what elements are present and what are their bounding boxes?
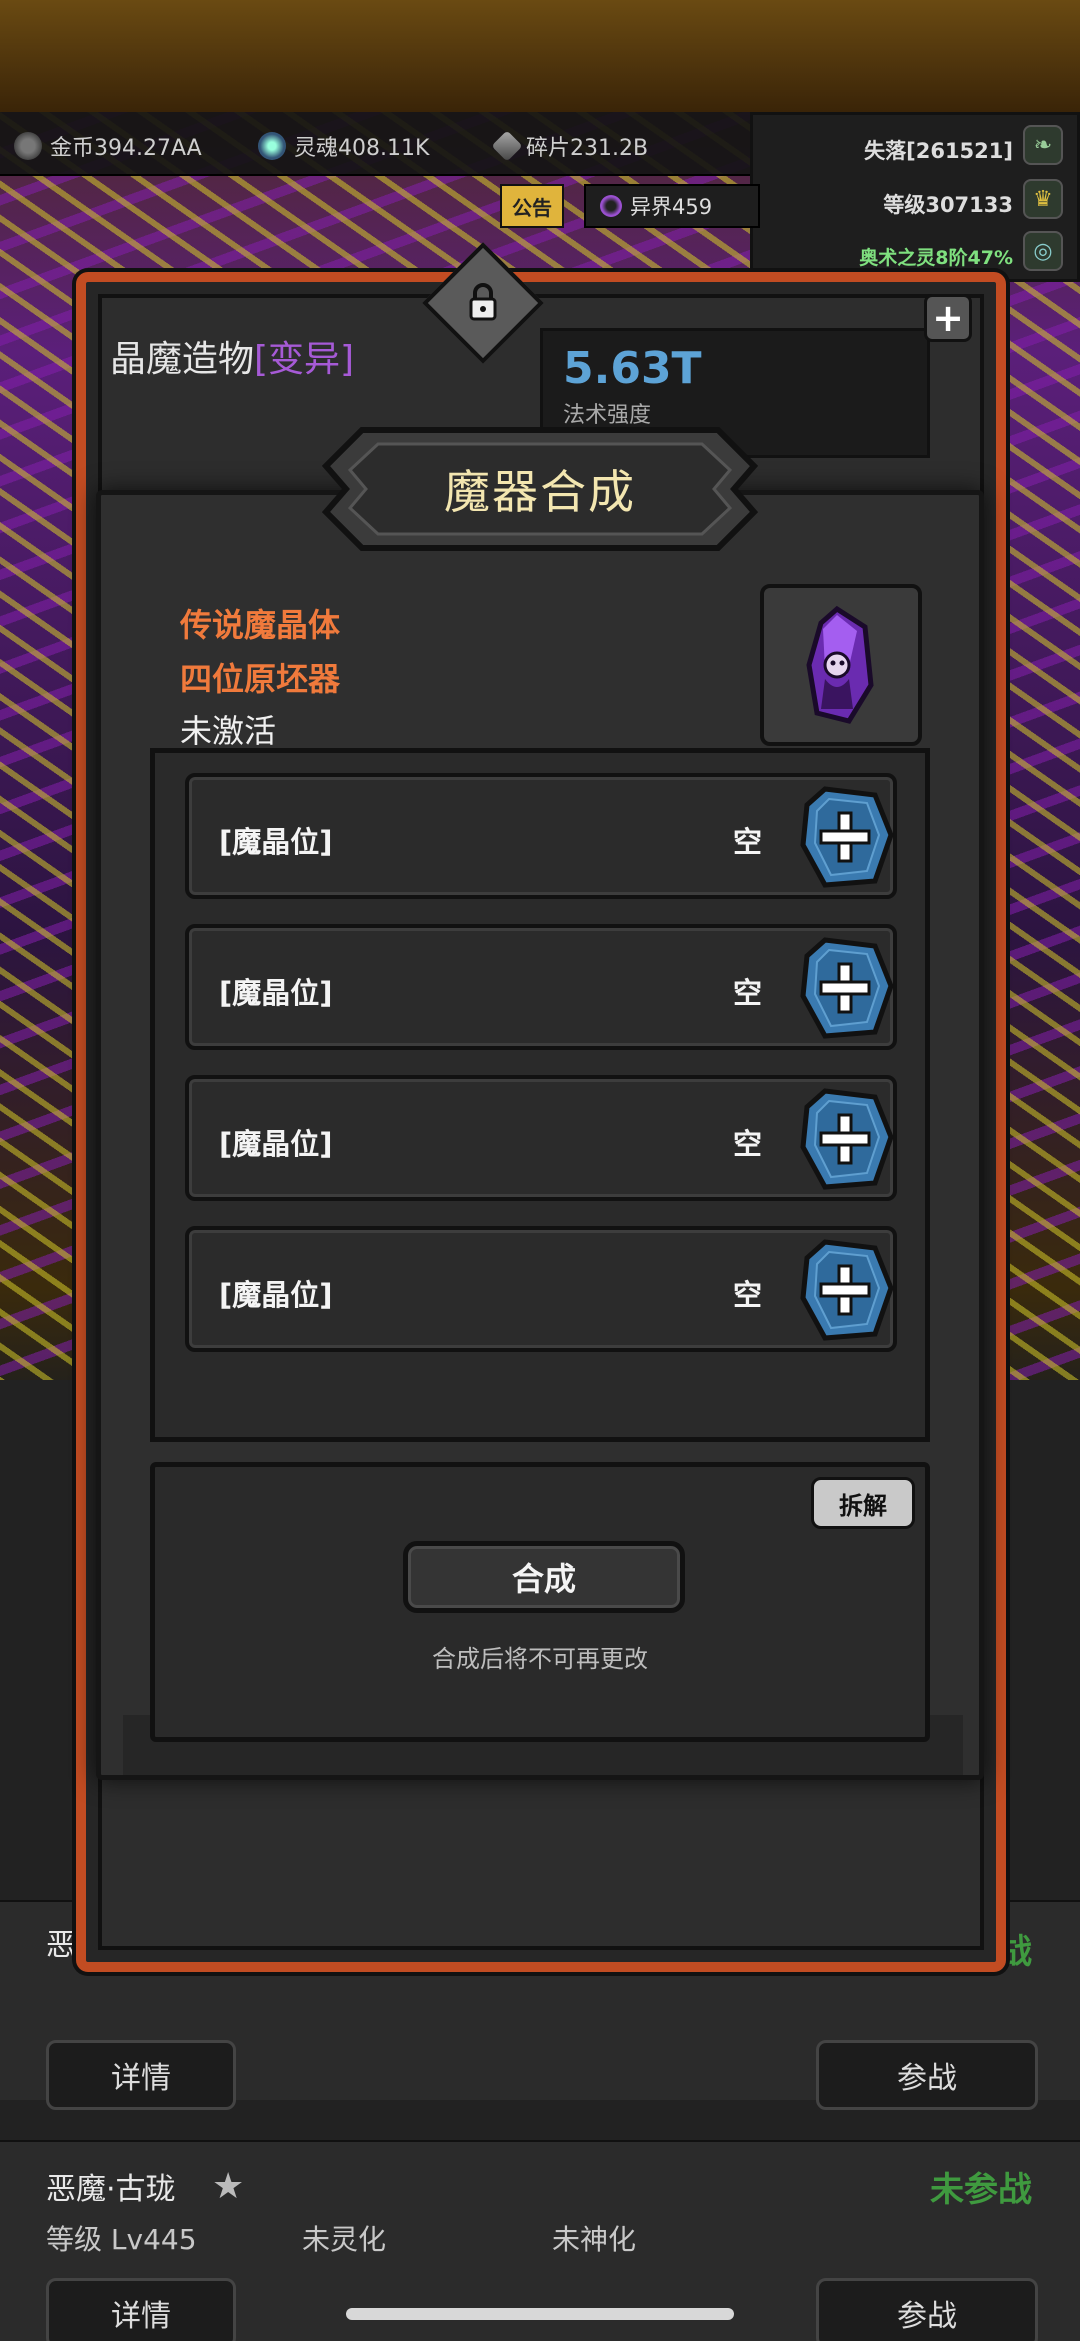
hero-level: 等级 Lv445: [46, 2223, 197, 2256]
shard-icon: [491, 130, 523, 162]
lock-icon: [469, 283, 497, 321]
add-crystal-icon[interactable]: [795, 936, 895, 1040]
battle-status: 未参战: [930, 2170, 1032, 2210]
realm-button[interactable]: 异界459: [584, 184, 760, 228]
activation-status: 未激活: [180, 712, 277, 750]
soul-icon: [258, 132, 286, 160]
level-label: 等级307133: [883, 193, 1013, 217]
spirit-status: 未灵化: [302, 2223, 387, 2256]
crystal-slot-1[interactable]: [魔晶位] 空: [185, 773, 897, 899]
artifact-preview[interactable]: [760, 584, 922, 746]
add-crystal-icon[interactable]: [795, 1238, 895, 1342]
modal-title-plate: 魔器合成: [322, 426, 758, 552]
battle-scene-top: [0, 0, 1080, 112]
crystal-slots-panel: [魔晶位] 空 [魔晶位] 空 [魔晶位] 空 [魔晶位] 空: [150, 748, 930, 1442]
shard-resource: 碎片231.2B: [491, 130, 648, 162]
join-battle-button[interactable]: 参战: [816, 2040, 1038, 2110]
hero-title: 晶魔造物[变异]: [110, 339, 355, 380]
crystal-slot-2[interactable]: [魔晶位] 空: [185, 924, 897, 1050]
player-status-panel: 失落[261521] ❧ 等级307133 ♛ 奥术之灵8阶47% ◎: [750, 112, 1080, 282]
synthesis-panel: 拆解 合成 合成后将不可再更改: [150, 1462, 930, 1742]
crystal-slot-3[interactable]: [魔晶位] 空: [185, 1075, 897, 1201]
crystal-slot-4[interactable]: [魔晶位] 空: [185, 1226, 897, 1352]
join-battle-button[interactable]: 参战: [816, 2278, 1038, 2341]
star-icon: ★: [212, 2166, 245, 2207]
portal-icon: [600, 195, 622, 217]
lost-realm-label: 失落[261521]: [864, 139, 1013, 163]
add-crystal-icon[interactable]: [795, 1087, 895, 1191]
hero-name: 恶魔·古珑: [46, 2172, 176, 2207]
arcane-spirit-label: 奥术之灵8阶47%: [859, 247, 1013, 269]
notice-button[interactable]: 公告: [500, 184, 564, 228]
swirl-icon[interactable]: ◎: [1023, 231, 1063, 271]
artifact-type-label: 四位原坯器: [180, 660, 341, 698]
add-crystal-icon[interactable]: [795, 785, 895, 889]
add-icon[interactable]: +: [924, 294, 972, 342]
coin-icon: [14, 132, 42, 160]
dismantle-button[interactable]: 拆解: [811, 1477, 915, 1529]
purple-crystal-icon: [806, 605, 874, 724]
divine-status: 未神化: [552, 2223, 637, 2256]
detail-button[interactable]: 详情: [46, 2278, 236, 2341]
spell-power-value: 5.63T: [563, 343, 702, 394]
soul-resource: 灵魂408.11K: [258, 130, 429, 162]
gold-resource: 金币394.27AA: [14, 130, 202, 162]
modal-title: 魔器合成: [444, 465, 636, 519]
home-indicator[interactable]: [346, 2308, 734, 2320]
synthesize-button[interactable]: 合成: [403, 1541, 685, 1613]
crown-icon[interactable]: ♛: [1023, 179, 1063, 219]
leaf-icon[interactable]: ❧: [1023, 125, 1063, 165]
detail-button[interactable]: 详情: [46, 2040, 236, 2110]
spell-power-label: 法术强度: [563, 403, 652, 428]
rarity-label: 传说魔晶体: [180, 606, 341, 644]
synthesis-warning: 合成后将不可再更改: [432, 1645, 648, 1673]
